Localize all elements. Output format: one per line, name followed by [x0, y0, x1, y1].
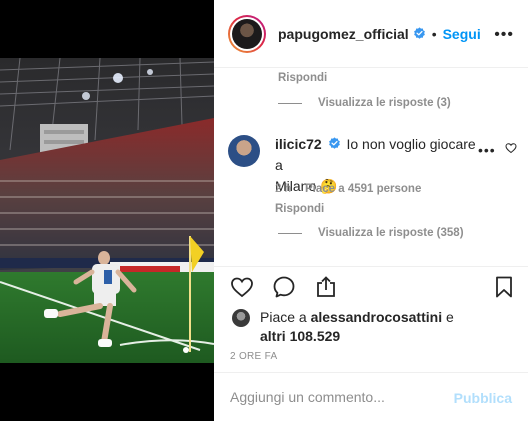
- liker-username[interactable]: alessandrocosattini: [311, 309, 443, 325]
- author-avatar[interactable]: [228, 14, 266, 53]
- post-actions-bar: [214, 266, 528, 306]
- likes-text: Piace a alessandrocosattini e altri 108.…: [260, 308, 500, 346]
- follow-button[interactable]: Segui: [443, 26, 481, 42]
- comment-composer: Pubblica: [214, 372, 528, 421]
- verified-badge-icon: [328, 137, 340, 149]
- commenter-avatar[interactable]: [228, 135, 260, 167]
- reply-button[interactable]: Rispondi: [275, 203, 324, 215]
- post-header: papugomez_official • Segui •••: [214, 0, 528, 68]
- share-icon[interactable]: [314, 275, 338, 299]
- liker-avatar[interactable]: [232, 309, 250, 327]
- stadium-photo: [0, 0, 214, 421]
- separator-dot: •: [431, 25, 437, 42]
- commenter-username[interactable]: ilicic72: [275, 136, 322, 152]
- replies-divider-line: [278, 232, 302, 234]
- bookmark-icon[interactable]: [492, 275, 516, 299]
- replies-divider-line: [278, 102, 302, 104]
- post-photo[interactable]: [0, 0, 214, 421]
- reply-button-previous[interactable]: Rispondi: [278, 72, 327, 84]
- verified-badge-icon: [413, 27, 425, 39]
- view-replies-label: Visualizza le risposte (3): [318, 97, 451, 109]
- likes-prefix: Piace a: [260, 309, 311, 325]
- author-username[interactable]: papugomez_official: [278, 26, 409, 42]
- comment-bubble-icon[interactable]: [272, 275, 296, 299]
- comment-meta: 2 h Piace a 4591 persone: [275, 183, 421, 195]
- likes-others-count[interactable]: altri 108.529: [260, 328, 340, 344]
- likes-conjunction: e: [442, 309, 454, 325]
- view-replies-main[interactable]: Visualizza le risposte (358): [278, 227, 464, 239]
- comment-time[interactable]: 2 h: [275, 183, 291, 195]
- publish-button[interactable]: Pubblica: [454, 390, 512, 406]
- comment-options-icon[interactable]: •••: [478, 142, 496, 158]
- comments-list: Rispondi Visualizza le risposte (3) ilic…: [214, 69, 528, 265]
- post-detail-panel: papugomez_official • Segui ••• Rispondi …: [214, 0, 528, 421]
- view-replies-previous[interactable]: Visualizza le risposte (3): [278, 97, 451, 109]
- more-options-icon[interactable]: •••: [494, 26, 514, 44]
- comment-like-heart-icon[interactable]: [505, 142, 517, 154]
- view-replies-label: Visualizza le risposte (358): [318, 227, 464, 239]
- add-comment-input[interactable]: [230, 387, 440, 407]
- like-heart-icon[interactable]: [230, 275, 254, 299]
- post-timestamp[interactable]: 2 ORE FA: [230, 351, 277, 362]
- comment-likes-count[interactable]: Piace a 4591 persone: [305, 183, 421, 195]
